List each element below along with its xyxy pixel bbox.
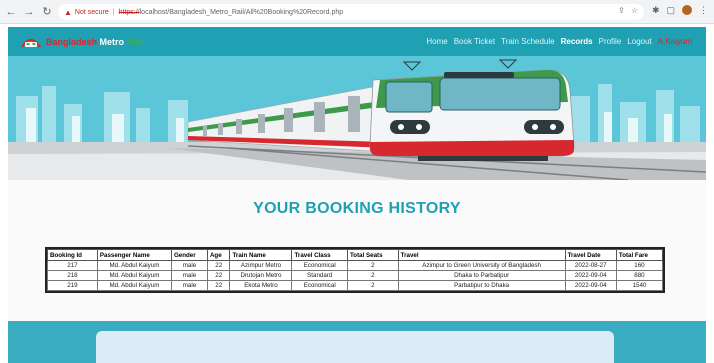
travel-cell: Parbatipur to Dhaka — [397, 280, 566, 291]
travel-cell: Azimpur to Green University of Banglades… — [397, 260, 566, 271]
total-fare-cell: 160 — [615, 260, 664, 271]
column-header: Gender — [170, 249, 208, 261]
column-header: Total Seats — [346, 249, 399, 261]
footer-card — [96, 331, 614, 363]
column-header: Passenger Name — [96, 249, 172, 261]
address-bar[interactable]: ▲ Not secure | https:// localhost/Bangla… — [58, 4, 644, 20]
main-menu: Home Book Ticket Train Schedule Records … — [426, 27, 692, 56]
column-header: Train Name — [229, 249, 293, 261]
booking-id-cell: 219 — [47, 280, 98, 291]
total-seats-cell: 2 — [346, 260, 399, 271]
age-cell: 22 — [206, 260, 231, 271]
column-header: Travel Class — [291, 249, 348, 261]
url-scheme: https:// — [118, 8, 140, 16]
nav-records[interactable]: Records — [561, 37, 593, 46]
browser-toolbar: ← → ↻ ▲ Not secure | https:// localhost/… — [0, 0, 714, 24]
booking-id-cell: 217 — [47, 260, 98, 271]
booking-history-table: Booking Id Passenger Name Gender Age Tra… — [47, 249, 664, 291]
nav-profile[interactable]: Profile — [599, 37, 622, 46]
nav-train-schedule[interactable]: Train Schedule — [501, 37, 555, 46]
brand-word-2: Metro — [99, 36, 125, 47]
gender-cell: male — [170, 260, 208, 271]
gender-cell: male — [170, 270, 208, 281]
age-cell: 22 — [206, 280, 231, 291]
warning-icon: ▲ — [64, 7, 72, 17]
column-header: Travel — [397, 249, 566, 261]
passenger-name-cell: Md. Abdul Kaiyum — [96, 270, 172, 281]
table-row: 218 Md. Abdul Kaiyum male 22 Drutojan Me… — [47, 270, 664, 281]
menu-kebab-icon[interactable]: ⋮ — [699, 5, 708, 16]
column-header: Total Fare — [615, 249, 664, 261]
not-secure-label: Not secure — [74, 8, 109, 16]
column-header: Booking Id — [47, 249, 98, 261]
table-row: 217 Md. Abdul Kaiyum male 22 Azimpur Met… — [47, 260, 664, 271]
travel-class-cell: Economical — [291, 280, 348, 291]
column-header: Travel Date — [564, 249, 617, 261]
browser-window: ← → ↻ ▲ Not secure | https:// localhost/… — [0, 0, 714, 363]
total-fare-cell: 880 — [615, 270, 664, 281]
address-separator: | — [112, 8, 115, 16]
metro-logo-icon[interactable] — [20, 35, 42, 49]
table-header-row: Booking Id Passenger Name Gender Age Tra… — [47, 249, 664, 261]
booking-history-section: YOUR BOOKING HISTORY Booking Id Passenge… — [8, 180, 706, 321]
train-name-cell: Drutojan Metro — [229, 270, 293, 281]
omnibox-actions: ⇪ ☆ — [618, 6, 638, 15]
nav-book-ticket[interactable]: Book Ticket — [454, 37, 495, 46]
page-title: YOUR BOOKING HISTORY — [253, 200, 461, 217]
star-icon[interactable]: ☆ — [631, 6, 638, 15]
total-seats-cell: 2 — [346, 270, 399, 281]
brand-word-3: Rail — [126, 36, 144, 47]
passenger-name-cell: Md. Abdul Kaiyum — [96, 280, 172, 291]
brand-word-1: Bangladesh — [46, 36, 98, 47]
extensions-area: ✱ ▢ ⋮ — [652, 5, 708, 16]
table-row: 219 Md. Abdul Kaiyum male 22 Ekota Metro… — [47, 280, 664, 291]
train-name-cell: Ekota Metro — [229, 280, 293, 291]
nav-username[interactable]: A.Kaiyum — [658, 37, 692, 46]
footer-section — [8, 321, 706, 363]
travel-date-cell: 2022-08-27 — [564, 260, 617, 271]
forward-icon[interactable]: → — [22, 5, 36, 19]
column-header: Age — [206, 249, 231, 261]
site-brand[interactable]: Bangladesh Metro Rail — [46, 37, 143, 47]
sidepanel-icon[interactable]: ▢ — [666, 5, 675, 16]
travel-date-cell: 2022-09-04 — [564, 270, 617, 281]
passenger-name-cell: Md. Abdul Kaiyum — [96, 260, 172, 271]
metro-train-illustration — [8, 56, 706, 180]
total-seats-cell: 2 — [346, 280, 399, 291]
url-path: localhost/Bangladesh_Metro_Rail/All%20Bo… — [139, 8, 344, 16]
travel-date-cell: 2022-09-04 — [564, 280, 617, 291]
total-fare-cell: 1540 — [615, 280, 664, 291]
reload-icon[interactable]: ↻ — [40, 5, 54, 19]
extension-icon[interactable]: ✱ — [652, 5, 660, 16]
share-icon[interactable]: ⇪ — [618, 6, 625, 15]
gender-cell: male — [170, 280, 208, 291]
nav-home[interactable]: Home — [426, 37, 447, 46]
age-cell: 22 — [206, 270, 231, 281]
travel-class-cell: Standard — [291, 270, 348, 281]
booking-id-cell: 218 — [47, 270, 98, 281]
train-name-cell: Azimpur Metro — [229, 260, 293, 271]
back-icon[interactable]: ← — [4, 5, 18, 19]
profile-avatar-icon[interactable] — [682, 5, 692, 15]
hero-banner — [8, 56, 706, 180]
nav-logout[interactable]: Logout — [627, 37, 651, 46]
travel-cell: Dhaka to Parbatipur — [397, 270, 566, 281]
site-navbar: Bangladesh Metro Rail Home Book Ticket T… — [8, 27, 706, 56]
booking-table-container: Booking Id Passenger Name Gender Age Tra… — [45, 247, 665, 293]
travel-class-cell: Economical — [291, 260, 348, 271]
